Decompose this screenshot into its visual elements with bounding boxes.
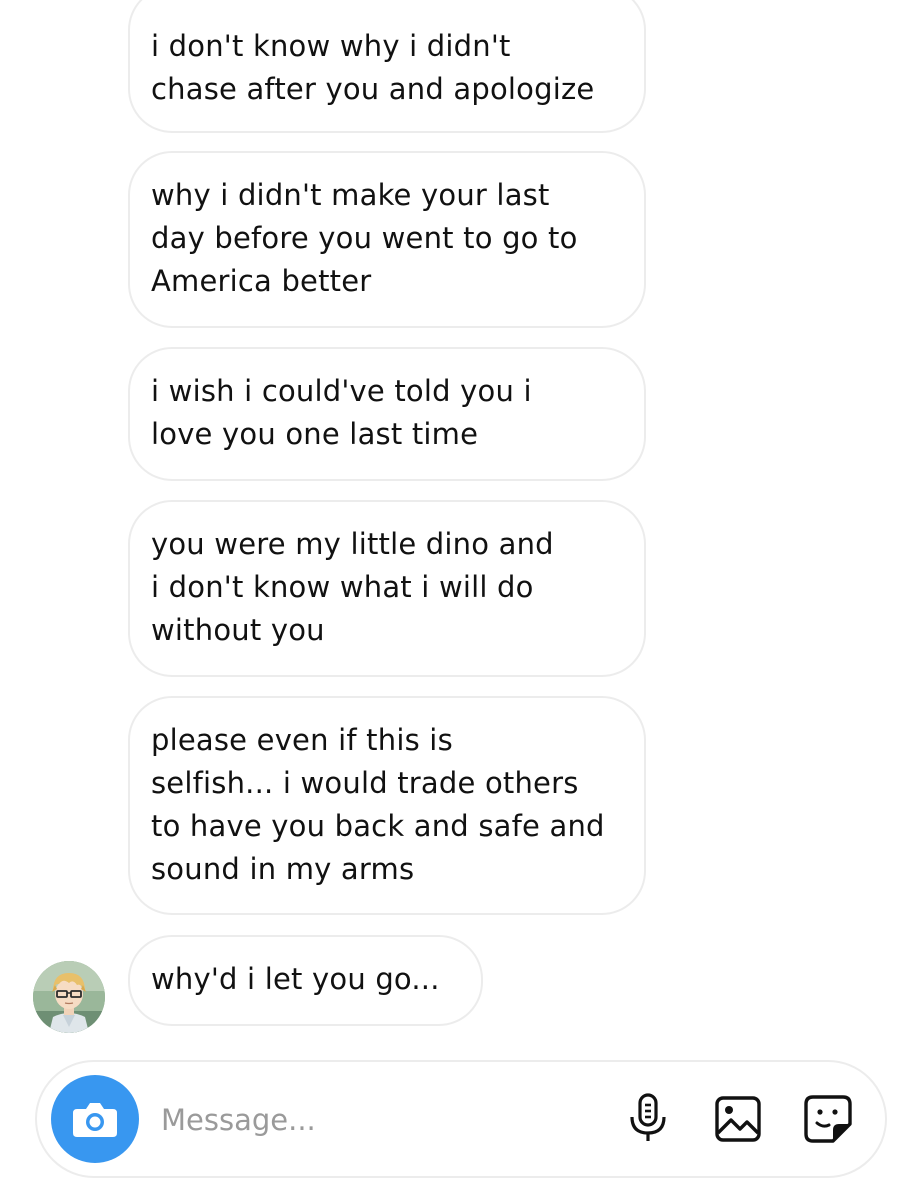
message-bubble[interactable]: i don't know why i didn't chase after yo… bbox=[128, 0, 646, 133]
message-line: why i didn't make your last bbox=[151, 178, 550, 212]
message-line: sound in my arms bbox=[151, 852, 415, 886]
camera-button[interactable] bbox=[51, 1075, 139, 1163]
gallery-button[interactable] bbox=[711, 1092, 765, 1146]
image-gallery-icon bbox=[715, 1096, 761, 1142]
message-line: you were my little dino and bbox=[151, 527, 554, 561]
avatar-illustration bbox=[33, 961, 105, 1033]
sender-avatar[interactable] bbox=[33, 961, 105, 1033]
message-bubble[interactable]: i wish i could've told you i love you on… bbox=[128, 347, 646, 481]
message-composer bbox=[35, 1060, 887, 1178]
message-line: America better bbox=[151, 264, 372, 298]
message-input[interactable] bbox=[161, 1092, 581, 1148]
message-line: to have you back and safe and bbox=[151, 809, 605, 843]
message-line: without you bbox=[151, 613, 325, 647]
sticker-icon bbox=[804, 1095, 852, 1143]
camera-icon bbox=[73, 1103, 117, 1137]
message-line: i don't know what i will do bbox=[151, 570, 534, 604]
message-line: selfish... i would trade others bbox=[151, 766, 579, 800]
message-line: why'd i let you go... bbox=[151, 962, 440, 996]
message-line: chase after you and apologize bbox=[151, 72, 595, 106]
message-line: day before you went to go to bbox=[151, 221, 578, 255]
message-bubble[interactable]: why'd i let you go... bbox=[128, 935, 483, 1026]
message-bubble[interactable]: please even if this is selfish... i woul… bbox=[128, 696, 646, 915]
message-line: i wish i could've told you i bbox=[151, 374, 532, 408]
message-line: i don't know why i didn't bbox=[151, 29, 511, 63]
microphone-icon bbox=[630, 1093, 666, 1141]
message-line: love you one last time bbox=[151, 417, 479, 451]
voice-message-button[interactable] bbox=[621, 1092, 675, 1146]
sticker-button[interactable] bbox=[801, 1092, 855, 1146]
message-bubble[interactable]: why i didn't make your last day before y… bbox=[128, 151, 646, 328]
message-bubble[interactable]: you were my little dino and i don't know… bbox=[128, 500, 646, 677]
message-line: please even if this is bbox=[151, 723, 453, 757]
